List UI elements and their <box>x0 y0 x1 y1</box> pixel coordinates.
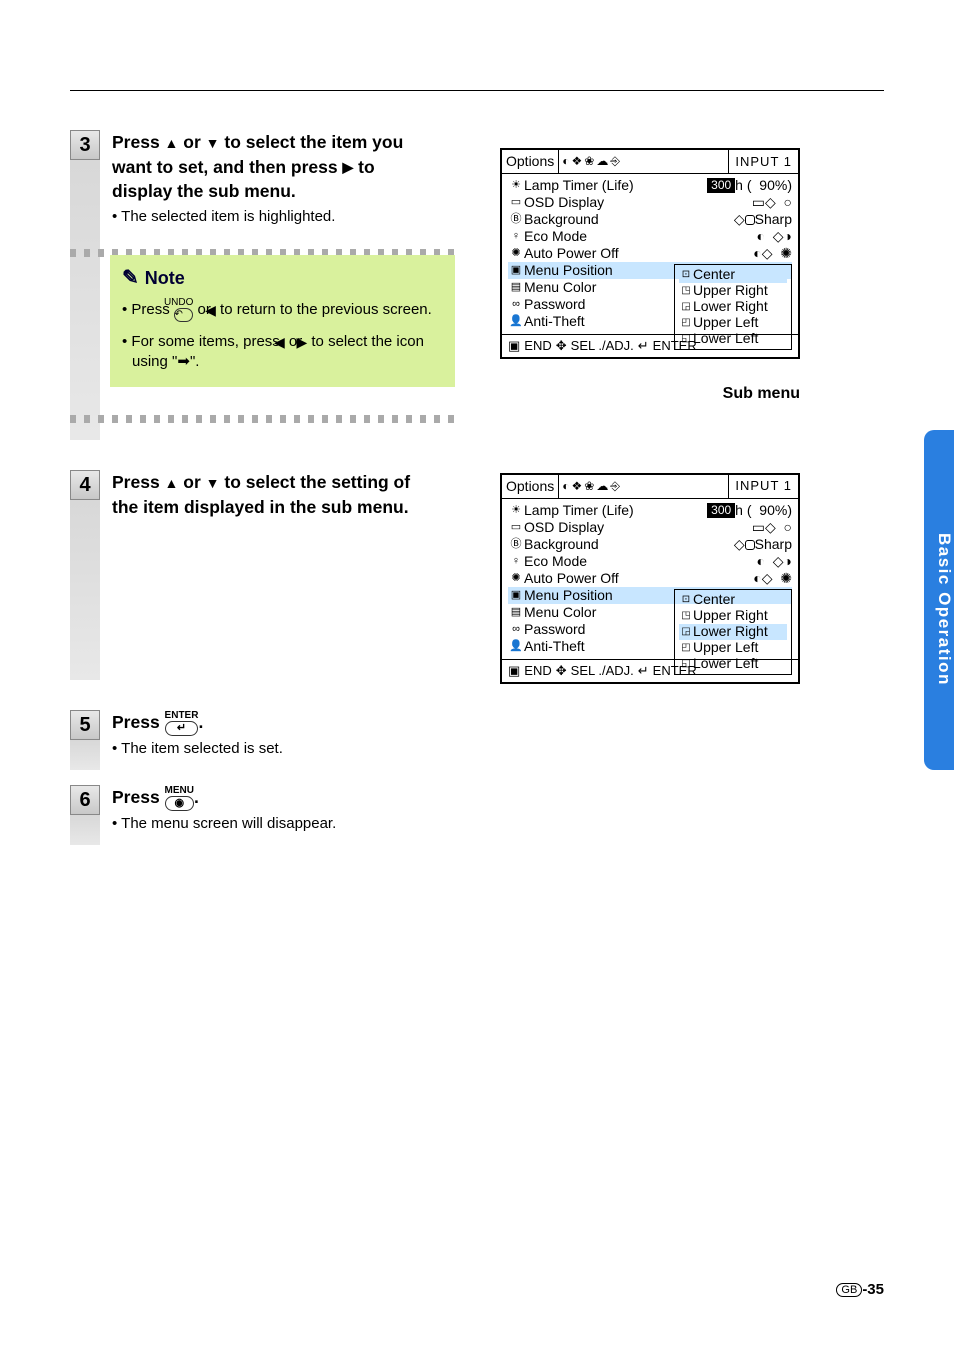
osd-input-label: INPUT 1 <box>729 154 798 170</box>
step-bar-3 <box>70 160 100 440</box>
page-footer: GB-35 <box>836 1281 884 1298</box>
note-icon: ✎ <box>122 265 139 292</box>
osd-submenu-2: ⊡Center ◳Upper Right ◲Lower Right ◰Upper… <box>674 589 792 675</box>
step5-sub: • The item selected is set. <box>112 739 432 759</box>
step-number-5: 5 <box>70 710 100 740</box>
step3-sub: • The selected item is highlighted. <box>112 207 432 227</box>
down-arrow-icon: ▼ <box>206 134 220 154</box>
osd-screenshot-1: Options ◐❖❀☁⎆ INPUT 1 ☀Lamp Timer (Life)… <box>500 148 800 359</box>
note-bullet-2: • For some items, press ◀ or ▶ to select… <box>122 332 443 373</box>
undo-key-icon: UNDO↶ <box>174 298 193 322</box>
down-arrow-icon: ▼ <box>206 474 220 494</box>
step-number-4: 4 <box>70 470 100 500</box>
region-badge: GB <box>836 1283 862 1297</box>
step-bar-5 <box>70 740 100 770</box>
note-heading: ✎ Note <box>122 265 443 292</box>
step-bar-4 <box>70 500 100 680</box>
step-number-6: 6 <box>70 785 100 815</box>
step4-title: Press ▲ or ▼ to select the setting of th… <box>112 470 432 519</box>
up-arrow-icon: ▲ <box>165 134 179 154</box>
menu-key-icon: MENU◉ <box>165 786 194 811</box>
submenu-caption: Sub menu <box>500 385 800 403</box>
osd-title: Options <box>502 153 558 170</box>
step5-title: Press ENTER↵. <box>112 710 432 736</box>
step-bar-6 <box>70 815 100 845</box>
osd-submenu-1: ⊡Center ◳Upper Right ◲Lower Right ◰Upper… <box>674 264 792 350</box>
note-box: ✎ Note • Press UNDO↶ or ◀ to return to t… <box>110 255 455 387</box>
step3-title: Press ▲ or ▼ to select the item you want… <box>112 130 432 204</box>
step6-title: Press MENU◉. <box>112 785 432 811</box>
page-number: -35 <box>862 1281 884 1298</box>
side-tab: Basic Operation <box>924 430 954 770</box>
enter-key-icon: ENTER↵ <box>165 711 199 736</box>
note-bullet-1: • Press UNDO↶ or ◀ to return to the prev… <box>122 298 443 322</box>
osd-screenshot-2: Options ◐❖❀☁⎆ INPUT 1 ☀Lamp Timer (Life)… <box>500 473 800 684</box>
right-arrow-icon: ▶ <box>342 158 353 178</box>
pointer-arrow-icon: ➡ <box>177 353 190 370</box>
osd-header-icons: ◐❖❀☁⎆ <box>558 150 729 173</box>
step6-sub: • The menu screen will disappear. <box>112 814 432 834</box>
step-number-3: 3 <box>70 130 100 160</box>
up-arrow-icon: ▲ <box>165 474 179 494</box>
